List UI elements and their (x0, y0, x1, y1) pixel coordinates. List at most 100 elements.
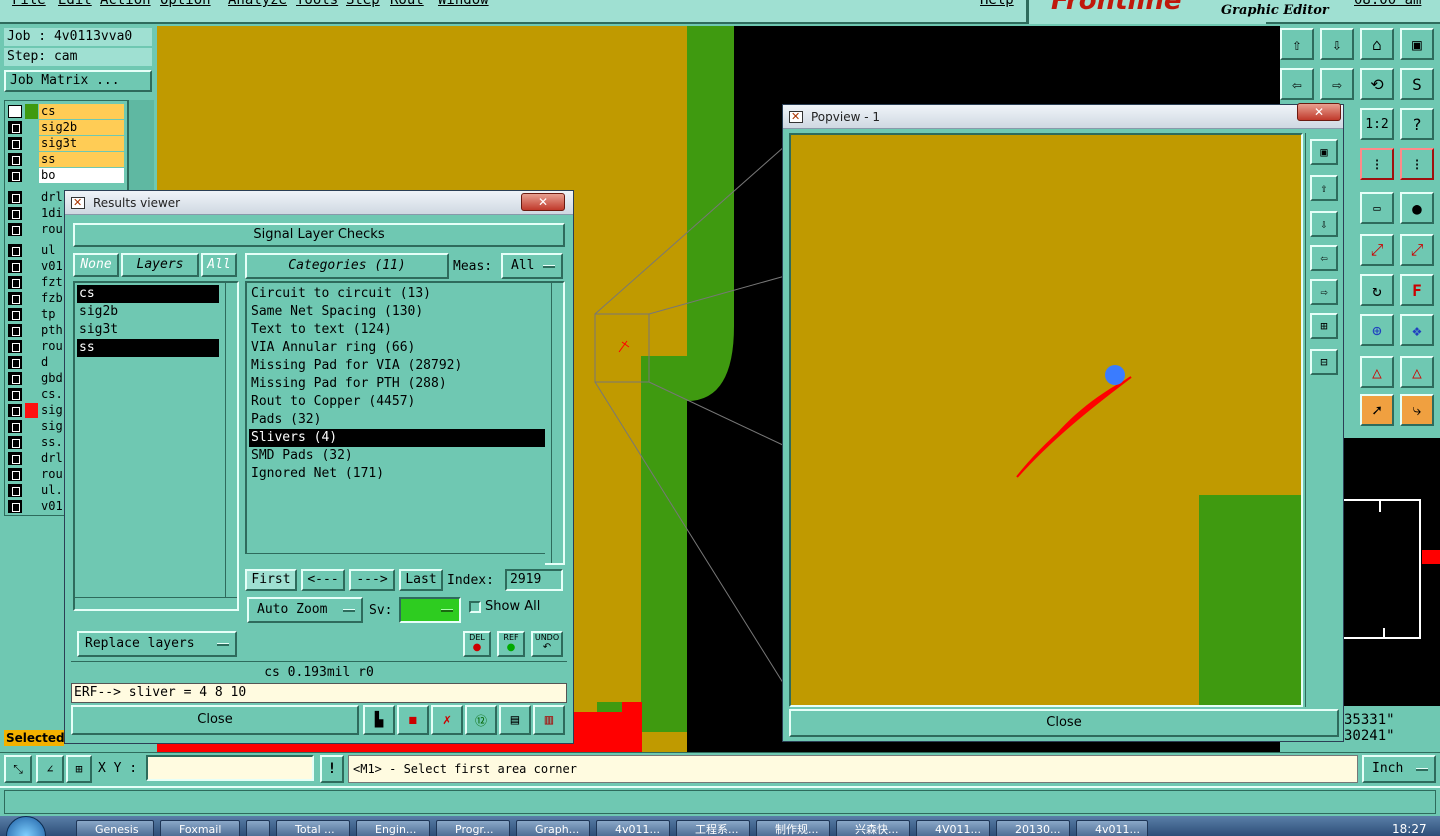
bar-chart-icon[interactable]: ▥ (533, 705, 565, 735)
menu-step[interactable]: Step (346, 0, 380, 8)
category-item[interactable]: VIA Annular ring (66) (249, 339, 545, 357)
category-item[interactable]: Same Net Spacing (130) (249, 303, 545, 321)
close-icon[interactable]: ✕ (1297, 103, 1341, 121)
layers-list-vscroll[interactable] (225, 283, 237, 601)
layer-checkbox[interactable] (8, 223, 22, 236)
popview-close-button[interactable]: Close (789, 709, 1339, 737)
tool-right-icon[interactable]: ⇨ (1320, 68, 1354, 100)
layer-checkbox[interactable] (8, 260, 22, 273)
layer-checkbox[interactable] (8, 308, 22, 321)
layer-checkbox[interactable] (8, 276, 22, 289)
tool-window-icon[interactable]: ▣ (1400, 28, 1434, 60)
layer-color-swatch[interactable] (25, 168, 38, 183)
sv-color-dropdown[interactable] (399, 597, 461, 623)
layer-checkbox[interactable] (8, 404, 22, 417)
bottom-resize-icon[interactable]: ⤡ (4, 755, 32, 783)
layer-color-swatch[interactable] (25, 136, 38, 151)
first-button[interactable]: First (245, 569, 297, 591)
layer-color-swatch[interactable] (25, 259, 38, 274)
layer-color-swatch[interactable] (25, 419, 38, 434)
layer-color-swatch[interactable] (25, 403, 38, 418)
pop-right-icon[interactable]: ⇨ (1310, 279, 1338, 305)
layer-row[interactable]: sig2b (6, 120, 124, 135)
tool-path-icon[interactable]: ⤷ (1400, 394, 1434, 426)
bottom-grid-icon[interactable]: ⊞ (66, 755, 92, 783)
layer-color-swatch[interactable] (25, 243, 38, 258)
layer-color-swatch[interactable] (25, 483, 38, 498)
warning-icon[interactable]: ! (320, 755, 344, 783)
tool-netlist2-icon[interactable]: ⁝ (1400, 148, 1434, 180)
layer-row[interactable]: ss (6, 152, 124, 167)
delete-layer-icon[interactable]: ◼ (397, 705, 429, 735)
layer-checkbox[interactable] (8, 420, 22, 433)
menu-action[interactable]: Action (100, 0, 151, 8)
tool-s-icon[interactable]: S (1400, 68, 1434, 100)
layer-color-swatch[interactable] (25, 222, 38, 237)
pop-left-icon[interactable]: ⇦ (1310, 245, 1338, 271)
numbered-icon[interactable]: ⑫ (465, 705, 497, 735)
category-item[interactable]: Missing Pad for VIA (28792) (249, 357, 545, 375)
layer-checkbox[interactable] (8, 468, 22, 481)
taskbar-item[interactable]: 兴森快... (836, 820, 910, 836)
layer-checkbox[interactable] (8, 340, 22, 353)
tool-down-icon[interactable]: ⇩ (1320, 28, 1354, 60)
layers-list[interactable]: cs sig2b sig3t ss (73, 281, 239, 611)
replace-layers-dropdown[interactable]: Replace layers (77, 631, 237, 657)
undo-button[interactable]: UNDO ↶ (531, 631, 563, 657)
layer-color-swatch[interactable] (25, 387, 38, 402)
report-icon[interactable]: ▤ (499, 705, 531, 735)
layer-checkbox[interactable] (8, 207, 22, 220)
category-item[interactable]: Slivers (4) (249, 429, 545, 447)
tool-ruler-icon[interactable]: ▭ (1360, 192, 1394, 224)
menu-edit[interactable]: Edit (58, 0, 92, 8)
categories-list[interactable]: Circuit to circuit (13) Same Net Spacing … (245, 281, 565, 565)
layers-list-hscroll[interactable] (75, 597, 237, 609)
layer-color-swatch[interactable] (25, 275, 38, 290)
tool-triangle2-icon[interactable]: △ (1400, 356, 1434, 388)
tool-measure2-icon[interactable]: ⤢ (1400, 234, 1434, 266)
layer-color-swatch[interactable] (25, 104, 38, 119)
taskbar-item[interactable]: 4V011... (916, 820, 990, 836)
layer-checkbox[interactable] (8, 372, 22, 385)
xy-input[interactable] (146, 755, 314, 781)
next-button[interactable]: ---> (349, 569, 395, 591)
highlight-icon[interactable]: ▙ (363, 705, 395, 735)
rv-layer-item[interactable]: cs (77, 285, 219, 303)
unit-dropdown[interactable]: Inch (1362, 755, 1436, 783)
layer-checkbox[interactable] (8, 137, 22, 150)
taskbar-item[interactable]: Foxmail (160, 820, 240, 836)
menu-analyze[interactable]: Analyze (228, 0, 287, 8)
tool-pad-icon[interactable]: ● (1400, 192, 1434, 224)
taskbar-item[interactable]: Progr... (436, 820, 510, 836)
layer-row[interactable]: sig3t (6, 136, 124, 151)
layer-color-swatch[interactable] (25, 371, 38, 386)
taskbar-item[interactable]: 20130... (996, 820, 1070, 836)
tool-group-icon[interactable]: ❖ (1400, 314, 1434, 346)
layer-row[interactable]: bo (6, 168, 124, 183)
layer-checkbox[interactable] (8, 153, 22, 166)
tool-netlist-icon[interactable]: ⁝ (1360, 148, 1394, 180)
pop-down-icon[interactable]: ⇩ (1310, 211, 1338, 237)
tool-home-icon[interactable]: ⌂ (1360, 28, 1394, 60)
tool-measure-icon[interactable]: ⤢ (1360, 234, 1394, 266)
start-button[interactable] (6, 816, 46, 836)
layer-color-swatch[interactable] (25, 467, 38, 482)
signal-layer-checks-header[interactable]: Signal Layer Checks (73, 223, 565, 247)
tool-help-icon[interactable]: ? (1400, 108, 1434, 140)
layer-checkbox[interactable] (8, 292, 22, 305)
tool-mirror-icon[interactable]: ⟲ (1360, 68, 1394, 100)
tool-arc-icon[interactable]: ↻ (1360, 274, 1394, 306)
layer-color-swatch[interactable] (25, 355, 38, 370)
layer-checkbox[interactable] (8, 324, 22, 337)
layer-checkbox[interactable] (8, 105, 22, 118)
menu-file[interactable]: File (12, 0, 46, 8)
layer-checkbox[interactable] (8, 484, 22, 497)
layer-checkbox[interactable] (8, 500, 22, 513)
layer-checkbox[interactable] (8, 452, 22, 465)
layer-color-swatch[interactable] (25, 499, 38, 514)
tool-up-icon[interactable]: ⇧ (1280, 28, 1314, 60)
category-item[interactable]: Ignored Net (171) (249, 465, 545, 483)
show-all-checkbox[interactable] (469, 601, 481, 613)
taskbar-item[interactable] (246, 820, 270, 836)
layer-color-swatch[interactable] (25, 435, 38, 450)
